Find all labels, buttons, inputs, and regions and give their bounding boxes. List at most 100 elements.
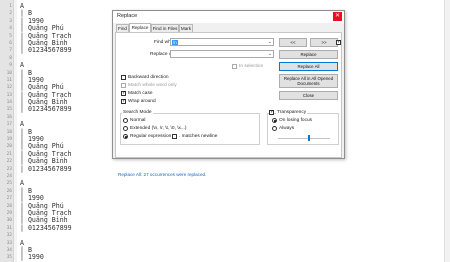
line-numbers: 1 2 3 4 5 6 7 8 9 10 11 12 13 14 15 16 17 18 19 20 21 22 23 24 2… (0, 3, 14, 262)
line-number: 25 (6, 181, 12, 187)
transparency-checkbox[interactable] (269, 109, 274, 115)
code-line[interactable]: | 1990 (20, 194, 440, 202)
line-number: 15 (6, 107, 12, 113)
line-number: 5 (9, 33, 12, 39)
close-icon[interactable]: ✕ (333, 12, 342, 21)
backward-direction-label: Backward direction (128, 75, 169, 80)
line-number: 32 (6, 233, 12, 239)
find-what-input[interactable]: \n ⌄ (170, 38, 274, 46)
line-number: 13 (6, 92, 12, 98)
transparency-title: Transparency (276, 110, 308, 115)
vertical-scrollbar[interactable] (444, 0, 450, 262)
chevron-down-icon[interactable]: ⌄ (268, 51, 272, 58)
line-number: 4 (9, 26, 12, 32)
line-number: 28 (6, 203, 12, 209)
search-mode-title: Search Mode (122, 110, 153, 115)
whole-word-label: Match whole word only (128, 83, 177, 88)
mode-regex-radio[interactable] (123, 134, 128, 139)
transparency-slider-track[interactable] (278, 138, 330, 139)
whole-word-checkbox[interactable] (121, 83, 126, 88)
replace-all-button[interactable]: Replace All (279, 62, 338, 71)
line-number: 6 (9, 40, 12, 46)
direction-checkbox[interactable] (336, 39, 341, 45)
dot-matches-newline-checkbox[interactable] (172, 134, 177, 139)
tab-find[interactable]: Find (116, 24, 129, 32)
code-line[interactable]: | B (20, 246, 440, 254)
line-number: 33 (6, 240, 12, 246)
line-number: 20 (6, 144, 12, 150)
code-line[interactable]: | 1990 (20, 253, 440, 261)
line-number: 8 (9, 55, 12, 61)
line-number: 18 (6, 129, 12, 135)
code-line[interactable]: | 01234567899 (20, 224, 440, 232)
line-number-gutter: 1 2 3 4 5 6 7 8 9 10 11 12 13 14 15 16 17 18 19 20 21 22 23 24 2… (0, 0, 14, 262)
in-selection-label: In selection (239, 64, 264, 69)
line-number: 27 (6, 196, 12, 202)
replace-button[interactable]: Replace (279, 50, 338, 59)
chevron-down-icon[interactable]: ⌄ (268, 39, 272, 46)
code-line[interactable]: | Quảng Trạch (20, 209, 440, 217)
transparency-slider-thumb[interactable] (308, 135, 311, 141)
fold-margin (14, 0, 17, 262)
line-number: 31 (6, 225, 12, 231)
line-number: 34 (6, 247, 12, 253)
line-number: 29 (6, 210, 12, 216)
dialog-title: Replace (117, 13, 138, 19)
line-number: 17 (6, 122, 12, 128)
on-losing-focus-radio[interactable] (272, 118, 277, 123)
line-number: 2 (9, 11, 12, 17)
mode-normal-label: Normal (130, 118, 146, 123)
line-number: 24 (6, 173, 12, 179)
always-radio[interactable] (272, 126, 277, 131)
find-next-button[interactable]: >> (310, 38, 338, 47)
replace-tab-panel: Find what : \n ⌄ Replace with : ⌄ In sel… (115, 32, 342, 177)
match-case-checkbox[interactable] (121, 90, 126, 96)
line-number: 10 (6, 70, 12, 76)
match-case-label: Match case (128, 91, 153, 96)
code-line[interactable]: A (20, 179, 440, 187)
tab-find-in-files[interactable]: Find in Files (151, 24, 179, 32)
line-number: 22 (6, 159, 12, 165)
code-line[interactable]: A (20, 239, 440, 247)
wrap-around-label: Wrap around (128, 99, 156, 104)
line-number: 1 (9, 4, 12, 9)
line-number: 3 (9, 18, 12, 24)
line-number: 12 (6, 85, 12, 91)
line-number: 30 (6, 218, 12, 224)
mode-regex-label: Regular expression (130, 134, 172, 139)
line-number: 14 (6, 100, 12, 106)
status-message: Replace All: 27 occurrences were replace… (118, 172, 207, 177)
code-line[interactable]: | B (20, 187, 440, 195)
find-what-value: \n (172, 40, 178, 45)
backward-direction-checkbox[interactable] (121, 75, 126, 80)
on-losing-focus-label: On losing focus (279, 118, 313, 123)
line-number: 9 (9, 63, 12, 69)
replace-with-value (172, 52, 174, 57)
line-number: 19 (6, 137, 12, 143)
line-number: 26 (6, 188, 12, 194)
dialog-titlebar[interactable]: Replace ✕ (113, 11, 344, 23)
always-label: Always (279, 126, 295, 131)
in-selection-checkbox[interactable] (232, 64, 237, 69)
dot-matches-newline-label: . matches newline (179, 134, 218, 139)
line-number: 16 (6, 114, 12, 120)
line-number: 7 (9, 48, 12, 54)
close-button[interactable]: Close (279, 91, 338, 100)
replace-dialog: Replace ✕ Find Replace Find in Files Mar… (112, 10, 345, 177)
code-line[interactable]: | Quảng Bình (20, 157, 440, 165)
mode-normal-radio[interactable] (123, 118, 128, 123)
line-number: 35 (6, 255, 12, 261)
line-number: 11 (6, 77, 12, 83)
mode-extended-radio[interactable] (123, 126, 128, 131)
tab-mark[interactable]: Mark (179, 24, 193, 32)
find-previous-button[interactable]: << (279, 38, 307, 47)
mode-extended-label: Extended (\n, \r, \t, \0, \x...) (130, 126, 187, 131)
code-line[interactable] (20, 232, 440, 239)
line-number: 21 (6, 151, 12, 157)
line-number: 23 (6, 166, 12, 172)
code-line[interactable]: | Quảng Bình (20, 216, 440, 224)
replace-all-opened-docs-button[interactable]: Replace All in All Opened Documents (279, 74, 338, 88)
wrap-around-checkbox[interactable] (121, 98, 126, 104)
code-line[interactable]: | Quảng Phú (20, 202, 440, 210)
replace-with-input[interactable]: ⌄ (170, 50, 274, 58)
